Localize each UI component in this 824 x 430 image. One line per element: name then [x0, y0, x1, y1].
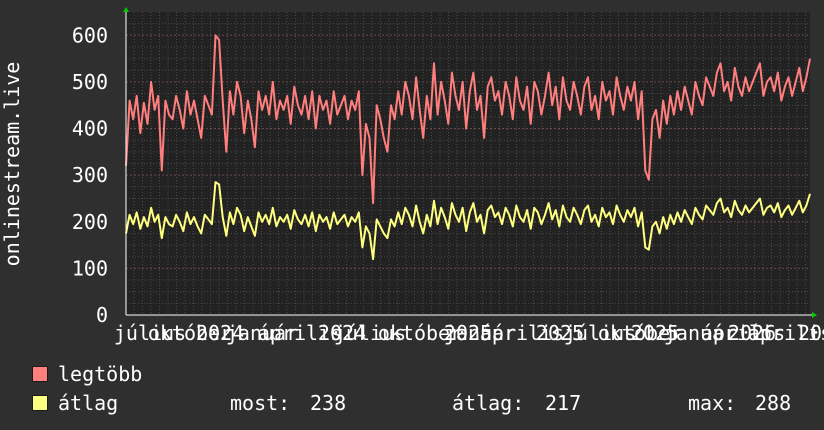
legend-avg-label: átlag — [58, 391, 119, 415]
y-tick-label: 500 — [72, 70, 108, 94]
stat-current-label: most: — [230, 391, 291, 415]
stat-max-label: max: — [688, 391, 737, 415]
legend-avg-swatch — [32, 395, 48, 411]
y-tick-label: 200 — [72, 210, 108, 234]
stat-average-value: 217 — [545, 391, 582, 415]
legend-max-label: legtöbb — [58, 362, 143, 386]
stat-max-value: 288 — [755, 391, 792, 415]
y-tick-label: 400 — [72, 117, 108, 141]
y-tick-label: 100 — [72, 256, 108, 280]
y-tick-label: 600 — [72, 23, 108, 47]
x-axis-ticks: júliusoktóber2024januáráprilis2024július… — [114, 321, 824, 345]
y-axis-label: onlinestream.live — [0, 62, 24, 267]
y-tick-label: 300 — [72, 163, 108, 187]
stat-current-value: 238 — [310, 391, 347, 415]
y-tick-label: 0 — [96, 303, 108, 327]
legend-max-swatch — [32, 366, 48, 382]
stat-average-label: átlag: — [452, 391, 525, 415]
x-tick-label: 20 — [798, 321, 822, 345]
